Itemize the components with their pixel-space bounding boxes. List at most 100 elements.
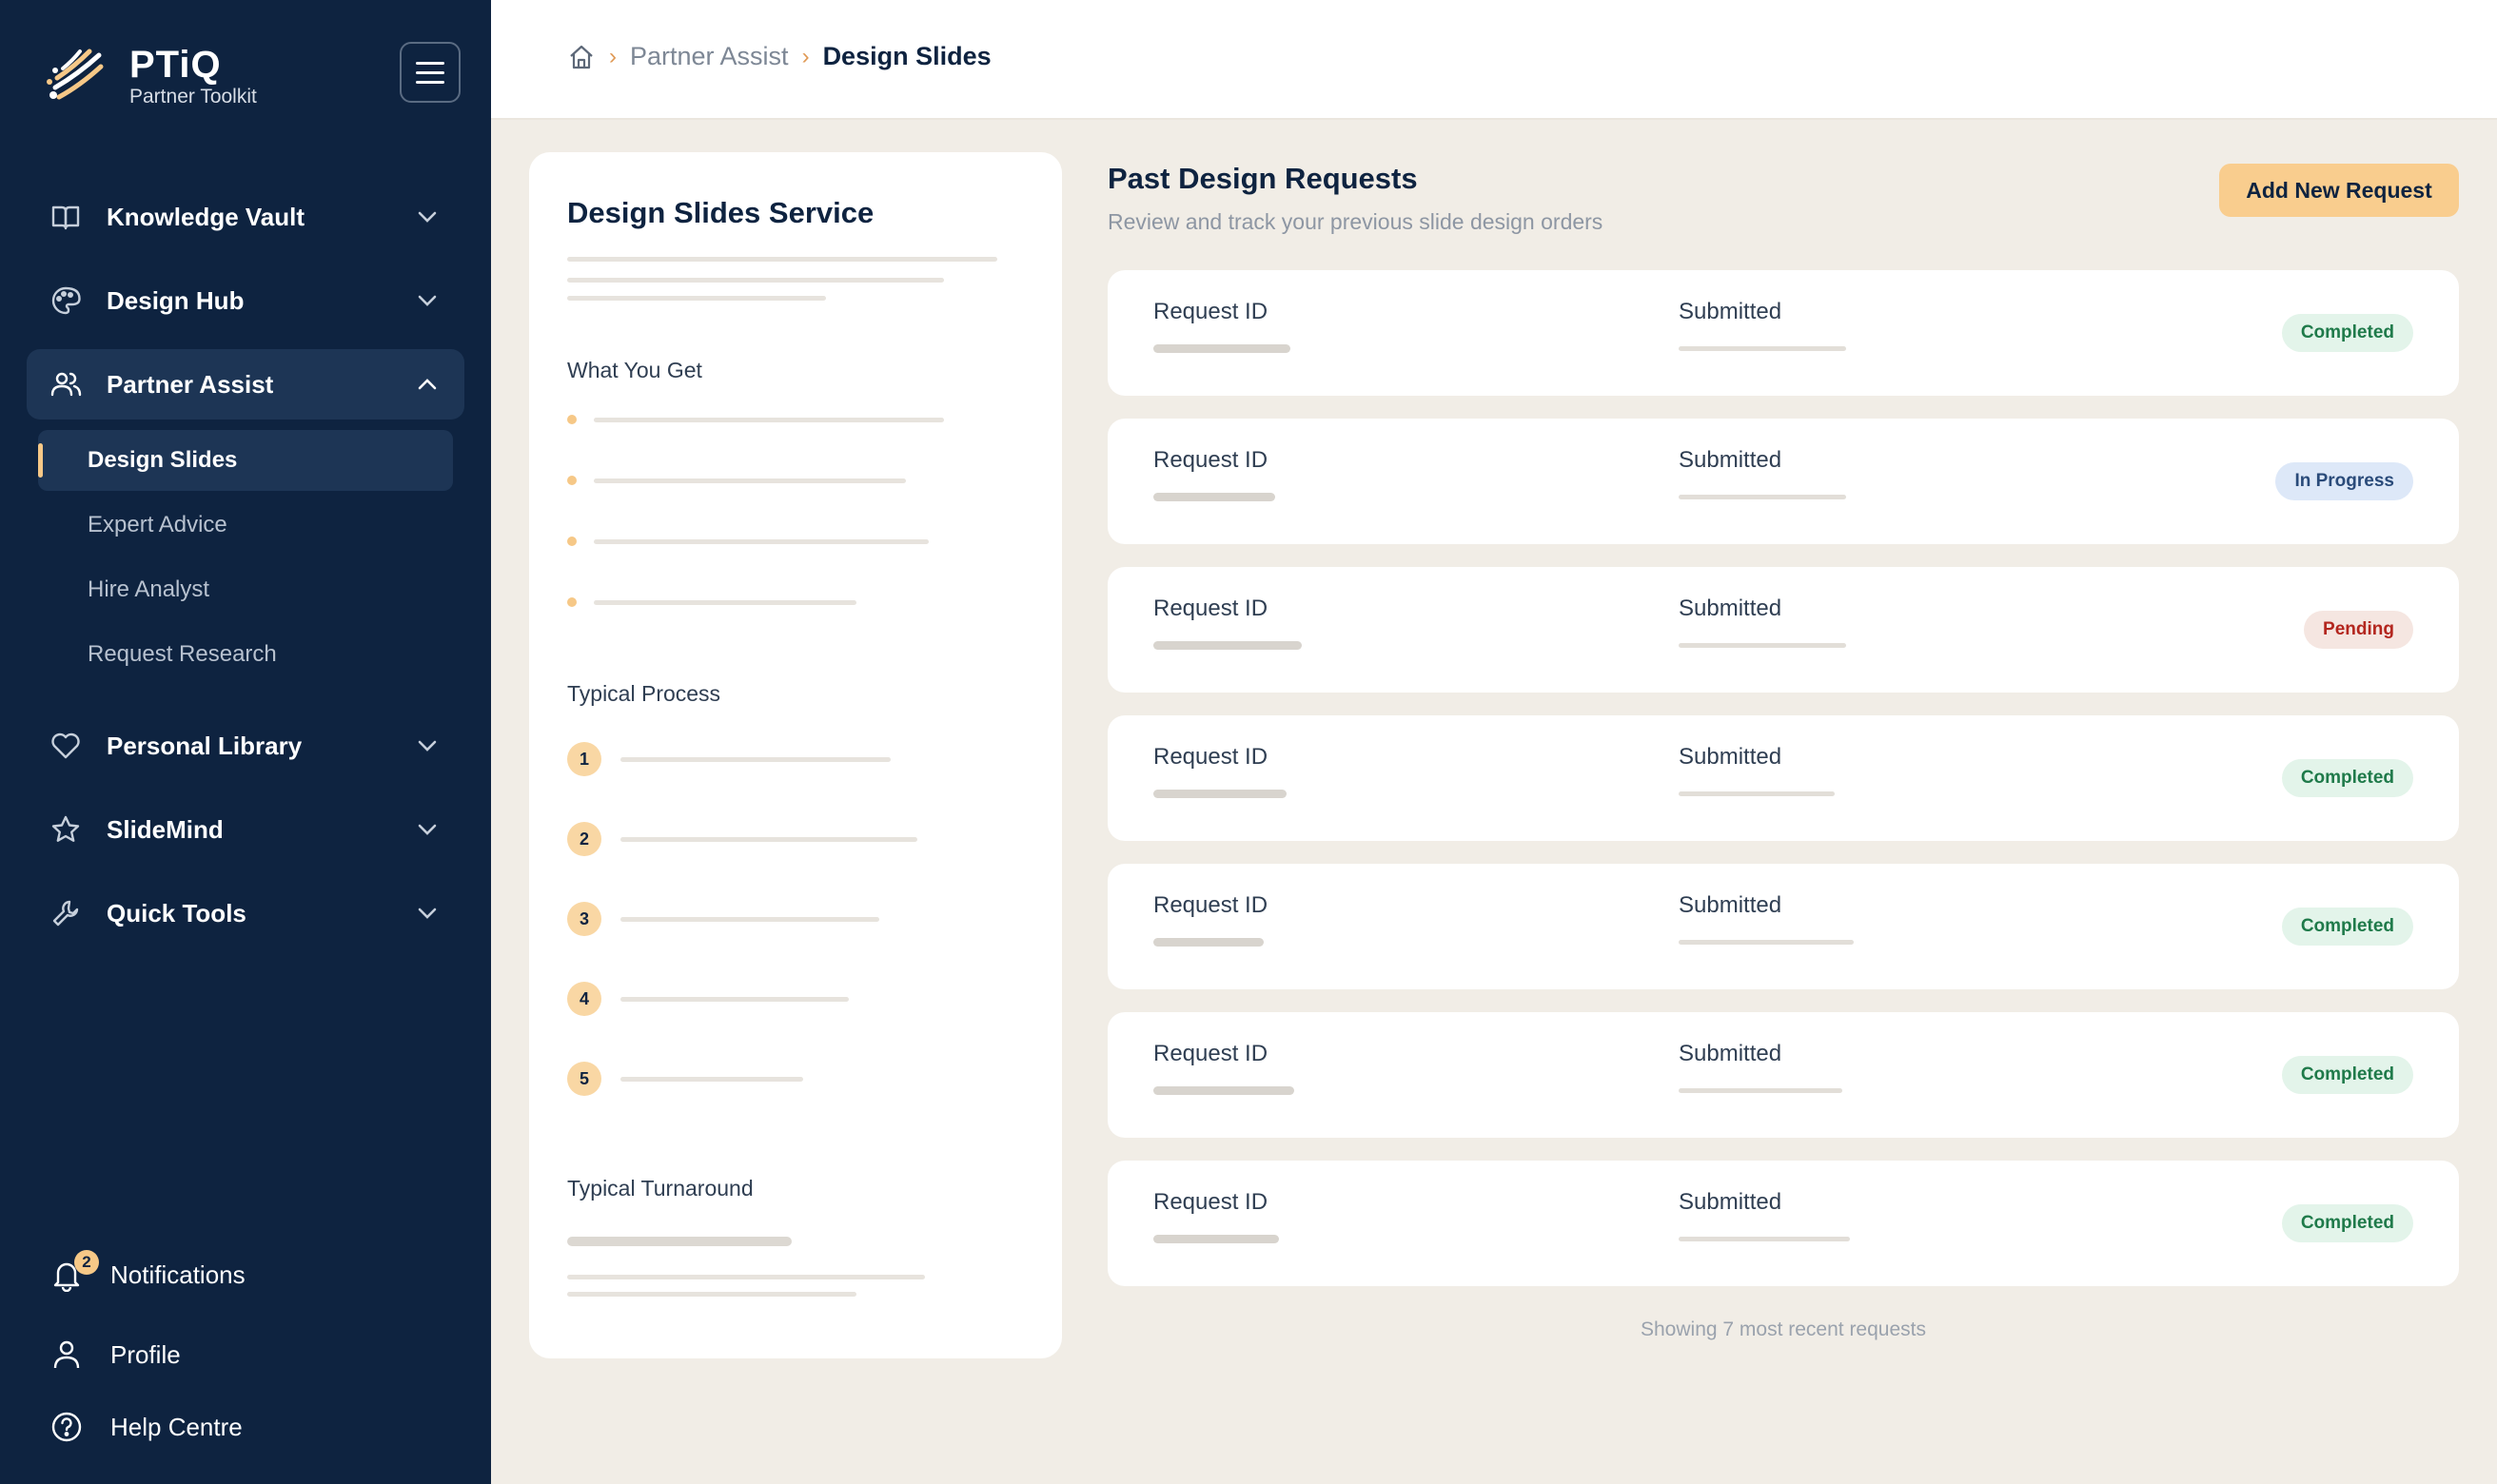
skeleton-line [1679, 1237, 1850, 1241]
app-tagline: Partner Toolkit [129, 86, 257, 107]
request-id-label: Request ID [1153, 1041, 1268, 1066]
bell-icon: 2 [49, 1250, 99, 1293]
request-row[interactable]: Request ID Submitted In Progress [1108, 419, 2459, 544]
service-title: Design Slides Service [567, 196, 875, 229]
request-row[interactable]: Request ID Submitted Completed [1108, 715, 2459, 841]
skeleton-line [1153, 641, 1302, 650]
request-id-label: Request ID [1153, 1189, 1268, 1215]
heart-icon [51, 732, 80, 759]
skeleton-line [1679, 1088, 1842, 1093]
breadcrumb: › Partner Assist › Design Slides [567, 42, 992, 71]
skeleton-line [567, 278, 944, 283]
chevron-down-icon [418, 824, 437, 835]
skeleton-line [1679, 495, 1846, 499]
brand-logo[interactable]: PTiQ Partner Toolkit [42, 38, 257, 114]
nav-design-hub[interactable]: Design Hub [27, 265, 464, 336]
add-new-request-button[interactable]: Add New Request [2219, 164, 2459, 217]
chevron-down-icon [418, 211, 437, 223]
status-badge: Completed [2281, 908, 2413, 946]
skeleton-line [594, 600, 856, 605]
request-id-label: Request ID [1153, 447, 1268, 473]
nav-personal-library[interactable]: Personal Library [27, 711, 464, 781]
breadcrumb-separator: › [801, 43, 810, 69]
skeleton-line [1153, 493, 1275, 501]
nav-label: Personal Library [107, 731, 303, 760]
skeleton-line [594, 418, 944, 422]
skeleton-line [567, 1237, 792, 1246]
help-centre-link[interactable]: Help Centre [49, 1410, 243, 1444]
step-number: 3 [567, 902, 601, 936]
bullet-dot [567, 597, 577, 607]
menu-line [416, 70, 444, 74]
skeleton-line [1153, 1086, 1294, 1095]
bullet-dot [567, 537, 577, 546]
skeleton-line [1679, 643, 1846, 648]
step-number: 2 [567, 822, 601, 856]
status-badge: Completed [2281, 1056, 2413, 1094]
sidebar-item-expert-advice[interactable]: Expert Advice [38, 495, 453, 556]
sub-label: Expert Advice [88, 512, 227, 537]
sub-label: Request Research [88, 641, 277, 667]
status-badge: Completed [2281, 1204, 2413, 1242]
request-row[interactable]: Request ID Submitted Completed [1108, 1161, 2459, 1286]
past-requests-title: Past Design Requests [1108, 162, 1418, 195]
users-icon [50, 372, 82, 397]
nav-label: Knowledge Vault [107, 202, 305, 231]
request-row[interactable]: Request ID Submitted Completed [1108, 864, 2459, 989]
skeleton-line [620, 837, 917, 842]
nav-slidemind[interactable]: SlideMind [27, 794, 464, 865]
status-badge: Completed [2281, 314, 2413, 352]
profile-link[interactable]: Profile [49, 1338, 181, 1372]
submitted-label: Submitted [1679, 1189, 1782, 1215]
sidebar-item-hire-analyst[interactable]: Hire Analyst [38, 559, 453, 620]
home-icon[interactable] [567, 43, 596, 71]
star-icon [51, 815, 80, 842]
breadcrumb-current: Design Slides [822, 42, 992, 70]
nav-label: Quick Tools [107, 898, 246, 928]
skeleton-line [567, 1292, 856, 1297]
nav-label: Design Hub [107, 285, 245, 315]
bullet-dot [567, 415, 577, 424]
skeleton-line [620, 917, 879, 922]
submitted-label: Submitted [1679, 447, 1782, 473]
help-circle-icon [51, 1412, 82, 1442]
status-badge: Pending [2304, 611, 2413, 649]
requests-count-note: Showing 7 most recent requests [1641, 1318, 1926, 1340]
request-row[interactable]: Request ID Submitted Pending [1108, 567, 2459, 693]
skeleton-line [567, 296, 826, 301]
menu-line [416, 80, 444, 84]
skeleton-line [1679, 346, 1846, 351]
request-id-label: Request ID [1153, 596, 1268, 621]
skeleton-line [620, 757, 891, 762]
step-number: 1 [567, 742, 601, 776]
sidebar-item-design-slides[interactable]: Design Slides [38, 430, 453, 491]
notifications-link[interactable]: 2 Notifications [49, 1250, 246, 1293]
submitted-label: Submitted [1679, 1041, 1782, 1066]
chevron-down-icon [418, 295, 437, 306]
skeleton-line [1679, 791, 1835, 796]
nav-quick-tools[interactable]: Quick Tools [27, 878, 464, 948]
skeleton-line [1153, 790, 1287, 798]
wrench-icon [52, 900, 79, 927]
submitted-label: Submitted [1679, 299, 1782, 324]
notification-count-badge: 2 [74, 1250, 99, 1275]
request-row[interactable]: Request ID Submitted Completed [1108, 1012, 2459, 1138]
hamburger-menu-button[interactable] [400, 42, 461, 103]
request-id-label: Request ID [1153, 892, 1268, 918]
step-number: 5 [567, 1062, 601, 1096]
sidebar-item-request-research[interactable]: Request Research [38, 624, 453, 685]
breadcrumb-partner-assist[interactable]: Partner Assist [630, 42, 789, 71]
status-badge: Completed [2281, 759, 2413, 797]
nav-partner-assist[interactable]: Partner Assist [27, 349, 464, 420]
menu-line [416, 61, 444, 65]
nav-label: SlideMind [107, 814, 224, 844]
chevron-down-icon [418, 740, 437, 752]
profile-label: Profile [110, 1339, 181, 1369]
step-number: 4 [567, 982, 601, 1016]
request-id-label: Request ID [1153, 299, 1268, 324]
request-row[interactable]: Request ID Submitted Completed [1108, 270, 2459, 396]
palette-icon [51, 286, 81, 315]
typical-turnaround-heading: Typical Turnaround [567, 1176, 754, 1201]
nav-knowledge-vault[interactable]: Knowledge Vault [27, 182, 464, 252]
skeleton-line [1153, 938, 1264, 947]
